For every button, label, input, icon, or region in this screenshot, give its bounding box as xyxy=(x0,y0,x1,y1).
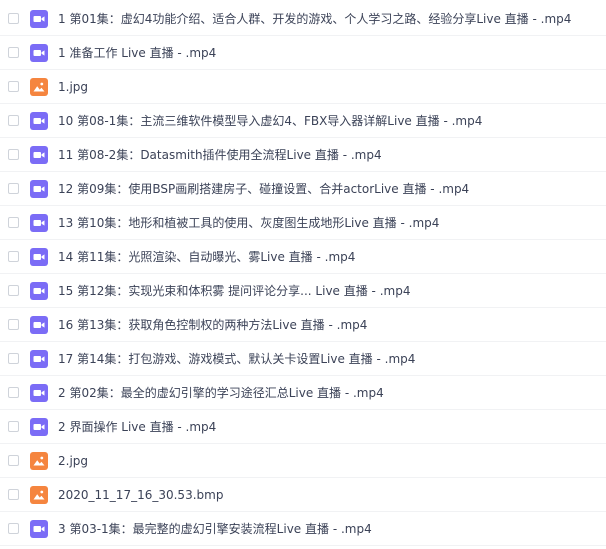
file-name[interactable]: 14 第11集：光照渲染、自动曝光、雾Live 直播 - .mp4 xyxy=(58,248,355,265)
video-file-icon xyxy=(30,349,48,368)
row-checkbox[interactable] xyxy=(8,81,19,92)
row-checkbox[interactable] xyxy=(8,489,19,500)
file-row[interactable]: 10 第08-1集：主流三维软件模型导入虚幻4、FBX导入器详解Live 直播 … xyxy=(0,104,606,138)
file-name[interactable]: 15 第12集：实现光束和体积雾 提问评论分享... Live 直播 - .mp… xyxy=(58,282,410,299)
file-name[interactable]: 3 第03-1集：最完整的虚幻引擎安装流程Live 直播 - .mp4 xyxy=(58,520,372,537)
file-row[interactable]: 2 第02集：最全的虚幻引擎的学习途径汇总Live 直播 - .mp4 xyxy=(0,376,606,410)
row-checkbox[interactable] xyxy=(8,421,19,432)
file-name[interactable]: 1.jpg xyxy=(58,80,88,94)
file-row[interactable]: 15 第12集：实现光束和体积雾 提问评论分享... Live 直播 - .mp… xyxy=(0,274,606,308)
file-name[interactable]: 16 第13集：获取角色控制权的两种方法Live 直播 - .mp4 xyxy=(58,316,367,333)
video-file-icon xyxy=(30,145,48,164)
file-row[interactable]: 2.jpg xyxy=(0,444,606,478)
file-name[interactable]: 12 第09集：使用BSP画刷搭建房子、碰撞设置、合并actorLive 直播 … xyxy=(58,180,469,197)
video-file-icon xyxy=(30,281,48,300)
row-checkbox[interactable] xyxy=(8,285,19,296)
file-row[interactable]: 2 界面操作 Live 直播 - .mp4 xyxy=(0,410,606,444)
file-row[interactable]: 13 第10集：地形和植被工具的使用、灰度图生成地形Live 直播 - .mp4 xyxy=(0,206,606,240)
file-name[interactable]: 2.jpg xyxy=(58,454,88,468)
row-checkbox[interactable] xyxy=(8,251,19,262)
row-checkbox[interactable] xyxy=(8,353,19,364)
file-row[interactable]: 14 第11集：光照渲染、自动曝光、雾Live 直播 - .mp4 xyxy=(0,240,606,274)
file-name[interactable]: 2 第02集：最全的虚幻引擎的学习途径汇总Live 直播 - .mp4 xyxy=(58,384,384,401)
row-checkbox[interactable] xyxy=(8,115,19,126)
video-file-icon xyxy=(30,179,48,198)
file-row[interactable]: 11 第08-2集：Datasmith插件使用全流程Live 直播 - .mp4 xyxy=(0,138,606,172)
row-checkbox[interactable] xyxy=(8,47,19,58)
image-file-icon xyxy=(30,451,48,470)
video-file-icon xyxy=(30,111,48,130)
file-list: 1 第01集：虚幻4功能介绍、适合人群、开发的游戏、个人学习之路、经验分享Liv… xyxy=(0,0,606,549)
video-file-icon xyxy=(30,417,48,436)
file-name[interactable]: 13 第10集：地形和植被工具的使用、灰度图生成地形Live 直播 - .mp4 xyxy=(58,214,439,231)
image-file-icon xyxy=(30,77,48,96)
file-row[interactable]: 1 第01集：虚幻4功能介绍、适合人群、开发的游戏、个人学习之路、经验分享Liv… xyxy=(0,2,606,36)
row-checkbox[interactable] xyxy=(8,455,19,466)
file-name[interactable]: 11 第08-2集：Datasmith插件使用全流程Live 直播 - .mp4 xyxy=(58,146,382,163)
file-row[interactable]: 3 第03-1集：最完整的虚幻引擎安装流程Live 直播 - .mp4 xyxy=(0,512,606,546)
row-checkbox[interactable] xyxy=(8,217,19,228)
file-row[interactable]: 16 第13集：获取角色控制权的两种方法Live 直播 - .mp4 xyxy=(0,308,606,342)
video-file-icon xyxy=(30,315,48,334)
video-file-icon xyxy=(30,519,48,538)
video-file-icon xyxy=(30,247,48,266)
file-name[interactable]: 17 第14集：打包游戏、游戏模式、默认关卡设置Live 直播 - .mp4 xyxy=(58,350,415,367)
file-row[interactable]: 12 第09集：使用BSP画刷搭建房子、碰撞设置、合并actorLive 直播 … xyxy=(0,172,606,206)
row-checkbox[interactable] xyxy=(8,149,19,160)
row-checkbox[interactable] xyxy=(8,387,19,398)
row-checkbox[interactable] xyxy=(8,319,19,330)
file-row[interactable]: 1.jpg xyxy=(0,70,606,104)
row-checkbox[interactable] xyxy=(8,13,19,24)
file-name[interactable]: 1 准备工作 Live 直播 - .mp4 xyxy=(58,44,216,61)
file-name[interactable]: 1 第01集：虚幻4功能介绍、适合人群、开发的游戏、个人学习之路、经验分享Liv… xyxy=(58,10,571,27)
video-file-icon xyxy=(30,9,48,28)
file-name[interactable]: 10 第08-1集：主流三维软件模型导入虚幻4、FBX导入器详解Live 直播 … xyxy=(58,112,482,129)
video-file-icon xyxy=(30,383,48,402)
file-name[interactable]: 2 界面操作 Live 直播 - .mp4 xyxy=(58,418,216,435)
file-row[interactable]: 1 准备工作 Live 直播 - .mp4 xyxy=(0,36,606,70)
row-checkbox[interactable] xyxy=(8,183,19,194)
video-file-icon xyxy=(30,213,48,232)
file-name[interactable]: 2020_11_17_16_30.53.bmp xyxy=(58,488,223,502)
file-row[interactable]: 2020_11_17_16_30.53.bmp xyxy=(0,478,606,512)
image-file-icon xyxy=(30,485,48,504)
file-row[interactable]: 17 第14集：打包游戏、游戏模式、默认关卡设置Live 直播 - .mp4 xyxy=(0,342,606,376)
video-file-icon xyxy=(30,43,48,62)
row-checkbox[interactable] xyxy=(8,523,19,534)
